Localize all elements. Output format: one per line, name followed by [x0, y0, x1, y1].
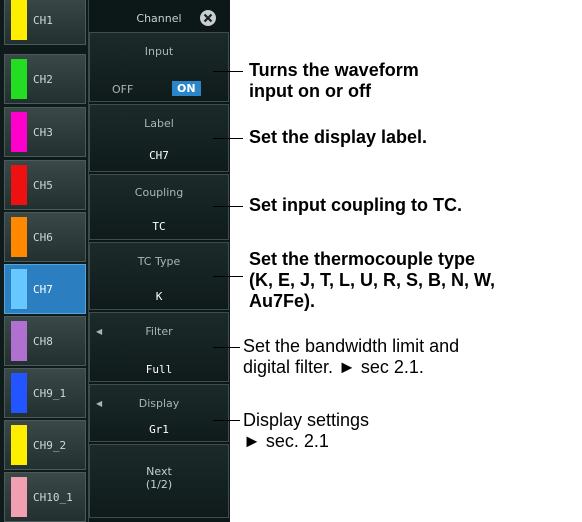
channel-color-swatch — [11, 112, 27, 152]
channel-menu: Channel Input OFF ON Label CH7 Coupling … — [88, 0, 229, 522]
display-button[interactable]: ◀ Display Gr1 — [89, 384, 229, 442]
label-annotation-line: Set the display label. — [249, 127, 428, 147]
channel-button-ch7[interactable]: CH7 — [4, 264, 86, 314]
filter-title: Filter — [145, 325, 173, 338]
next-page-indicator: (1/2) — [145, 478, 173, 491]
label-title: Label — [144, 117, 174, 130]
channel-color-swatch — [11, 0, 27, 40]
input-annotation-line: Turns the waveform — [249, 60, 419, 80]
input-annotation: Turns the waveform input on or off — [249, 60, 419, 102]
filter-annotation-line: digital filter. ► sec 2.1. — [243, 357, 424, 377]
channel-button-ch2[interactable]: CH2 — [4, 54, 86, 104]
coupling-value: TC — [152, 220, 166, 233]
tc-type-leader-line — [213, 276, 243, 277]
channel-settings-screen: CH1 CH2 CH3 CH5 CH6 CH7 CH8 CH9_1 CH9_2 … — [0, 0, 230, 522]
display-value: Gr1 — [149, 423, 169, 436]
tc-type-annotation: Set the thermocouple type (K, E, J, T, L… — [249, 249, 495, 312]
channel-label: CH6 — [33, 231, 53, 244]
channel-button-ch9-1[interactable]: CH9_1 — [4, 368, 86, 418]
channel-button-ch6[interactable]: CH6 — [4, 212, 86, 262]
close-icon[interactable] — [199, 9, 217, 27]
channel-label: CH3 — [33, 126, 53, 139]
input-toggle[interactable]: Input OFF ON — [89, 32, 229, 102]
label-annotation: Set the display label. — [249, 127, 427, 148]
tc-type-annotation-line: (K, E, J, T, L, U, R, S, B, N, W, — [249, 270, 496, 290]
channel-color-swatch — [11, 477, 27, 517]
channel-color-swatch — [11, 373, 27, 413]
input-label: Input — [144, 45, 174, 58]
tc-type-value: K — [155, 290, 163, 303]
channel-label: CH1 — [33, 14, 53, 27]
tc-type-button[interactable]: TC Type K — [89, 242, 229, 310]
next-label: Next — [146, 465, 172, 478]
coupling-button[interactable]: Coupling TC — [89, 174, 229, 240]
channel-button-ch1[interactable]: CH1 — [4, 0, 86, 45]
channel-button-ch8[interactable]: CH8 — [4, 316, 86, 366]
channel-button-ch9-2[interactable]: CH9_2 — [4, 420, 86, 470]
filter-annotation: Set the bandwidth limit and digital filt… — [243, 336, 459, 378]
display-annotation-line: ► sec. 2.1 — [243, 431, 329, 451]
coupling-leader-line — [213, 206, 243, 207]
channel-button-ch10-1[interactable]: CH10_1 — [4, 472, 86, 522]
channel-color-swatch — [11, 321, 27, 361]
channel-button-ch3[interactable]: CH3 — [4, 107, 86, 157]
filter-button[interactable]: ◀ Filter Full — [89, 312, 229, 382]
display-title: Display — [138, 397, 180, 410]
filter-leader-line — [213, 347, 240, 348]
input-annotation-line: input on or off — [249, 81, 371, 101]
filter-value: Full — [145, 363, 173, 376]
tc-type-annotation-line: Au7Fe). — [249, 291, 316, 311]
label-value: CH7 — [149, 149, 169, 162]
coupling-title: Coupling — [134, 186, 184, 199]
channel-color-swatch — [11, 59, 27, 99]
channel-label: CH9_1 — [33, 387, 67, 400]
channel-color-swatch — [11, 425, 27, 465]
channel-label: CH8 — [33, 335, 53, 348]
channel-list: CH1 CH2 CH3 CH5 CH6 CH7 CH8 CH9_1 CH9_2 … — [4, 0, 86, 522]
channel-button-ch5[interactable]: CH5 — [4, 160, 86, 210]
display-leader-line — [213, 420, 240, 421]
tc-type-annotation-line: Set the thermocouple type — [249, 249, 476, 269]
menu-header: Channel — [89, 6, 229, 30]
tc-type-title: TC Type — [137, 255, 181, 268]
input-leader-line — [213, 71, 243, 72]
display-annotation: Display settings ► sec. 2.1 — [243, 410, 369, 452]
display-annotation-line: Display settings — [243, 410, 370, 430]
label-button[interactable]: Label CH7 — [89, 104, 229, 172]
channel-label: CH2 — [33, 73, 53, 86]
filter-annotation-line: Set the bandwidth limit and — [243, 336, 460, 356]
channel-color-swatch — [11, 217, 27, 257]
coupling-annotation-line: Set input coupling to TC. — [249, 195, 462, 215]
next-page-button[interactable]: Next (1/2) — [89, 444, 229, 518]
label-leader-line — [213, 138, 243, 139]
coupling-annotation: Set input coupling to TC. — [249, 195, 462, 216]
channel-label: CH7 — [33, 283, 53, 296]
channel-color-swatch — [11, 269, 27, 309]
channel-label: CH5 — [33, 179, 53, 192]
channel-color-swatch — [11, 165, 27, 205]
input-on-option: ON — [172, 81, 201, 96]
channel-label: CH10_1 — [33, 491, 73, 504]
input-off-option: OFF — [112, 83, 134, 96]
channel-label: CH9_2 — [33, 439, 67, 452]
